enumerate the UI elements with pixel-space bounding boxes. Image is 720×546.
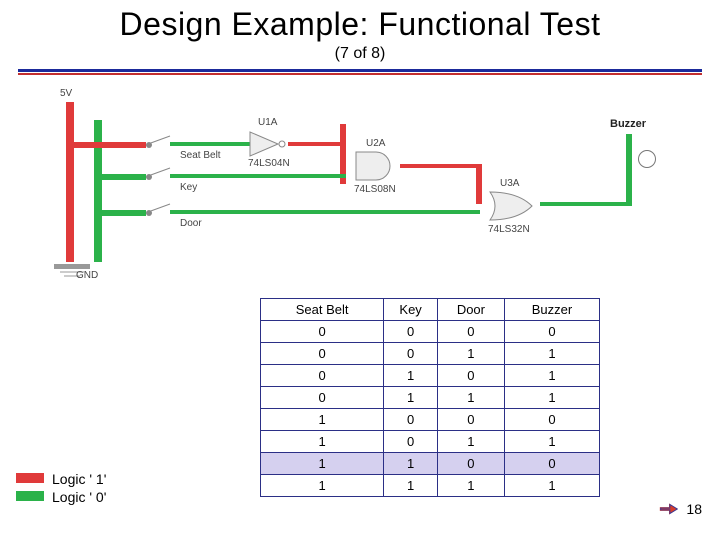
col-seatbelt: Seat Belt — [261, 299, 384, 321]
truth-table: Seat Belt Key Door Buzzer 00000011010101… — [260, 298, 600, 497]
table-cell: 1 — [384, 387, 438, 409]
slide-subtitle: (7 of 8) — [0, 45, 720, 63]
table-cell: 0 — [504, 321, 599, 343]
slide-title: Design Example: Functional Test — [0, 6, 720, 43]
table-row: 1011 — [261, 431, 600, 453]
table-cell: 1 — [261, 453, 384, 475]
label-key: Key — [180, 182, 197, 193]
gate-u3a — [488, 190, 540, 227]
table-cell: 0 — [384, 409, 438, 431]
swatch-logic-0 — [16, 491, 44, 501]
part-u2a: 74LS08N — [354, 184, 396, 195]
table-cell: 1 — [437, 387, 504, 409]
col-key: Key — [384, 299, 438, 321]
table-row: 0101 — [261, 365, 600, 387]
table-cell: 0 — [384, 321, 438, 343]
table-cell: 0 — [437, 453, 504, 475]
swatch-logic-1 — [16, 473, 44, 483]
col-door: Door — [437, 299, 504, 321]
table-cell: 1 — [384, 365, 438, 387]
table-cell: 0 — [261, 321, 384, 343]
table-row: 0111 — [261, 387, 600, 409]
label-gnd: GND — [76, 270, 98, 281]
table-row: 1000 — [261, 409, 600, 431]
table-cell: 0 — [437, 365, 504, 387]
table-row: 1100 — [261, 453, 600, 475]
table-cell: 1 — [261, 475, 384, 497]
part-u1a: 74LS04N — [248, 158, 290, 169]
part-u3a: 74LS32N — [488, 224, 530, 235]
label-door: Door — [180, 218, 202, 229]
legend-logic-1: Logic ' 1' — [52, 471, 106, 487]
table-cell: 0 — [437, 409, 504, 431]
table-cell: 1 — [504, 387, 599, 409]
table-row: 0000 — [261, 321, 600, 343]
table-cell: 1 — [261, 409, 384, 431]
table-cell: 0 — [261, 343, 384, 365]
table-cell: 1 — [504, 343, 599, 365]
table-cell: 0 — [504, 453, 599, 475]
table-cell: 0 — [384, 431, 438, 453]
table-cell: 1 — [384, 453, 438, 475]
table-cell: 0 — [261, 365, 384, 387]
legend: Logic ' 1' Logic ' 0' — [16, 471, 106, 507]
page-mark: 18 — [658, 498, 702, 520]
arrow-logo-icon — [658, 498, 680, 520]
ref-u2a: U2A — [366, 138, 385, 149]
buzzer-symbol — [638, 150, 656, 168]
table-cell: 1 — [384, 475, 438, 497]
label-seatbelt: Seat Belt — [180, 150, 221, 161]
col-buzzer: Buzzer — [504, 299, 599, 321]
table-cell: 1 — [437, 475, 504, 497]
node-dot — [146, 174, 152, 180]
table-row: 0011 — [261, 343, 600, 365]
table-row: 1111 — [261, 475, 600, 497]
node-dot — [146, 210, 152, 216]
table-cell: 0 — [437, 321, 504, 343]
table-cell: 1 — [504, 475, 599, 497]
table-cell: 0 — [504, 409, 599, 431]
title-rule — [18, 69, 702, 75]
table-cell: 1 — [504, 431, 599, 453]
table-cell: 1 — [504, 365, 599, 387]
ref-u1a: U1A — [258, 117, 277, 128]
gate-u2a — [354, 150, 402, 187]
table-cell: 1 — [437, 431, 504, 453]
table-cell: 1 — [261, 431, 384, 453]
table-cell: 0 — [261, 387, 384, 409]
ref-u3a: U3A — [500, 178, 519, 189]
label-5v: 5V — [60, 88, 72, 99]
circuit-diagram: 5V GND — [40, 94, 680, 294]
node-dot — [146, 142, 152, 148]
table-cell: 0 — [384, 343, 438, 365]
table-cell: 1 — [437, 343, 504, 365]
page-number: 18 — [686, 501, 702, 517]
label-buzzer: Buzzer — [610, 118, 646, 130]
legend-logic-0: Logic ' 0' — [52, 489, 106, 505]
